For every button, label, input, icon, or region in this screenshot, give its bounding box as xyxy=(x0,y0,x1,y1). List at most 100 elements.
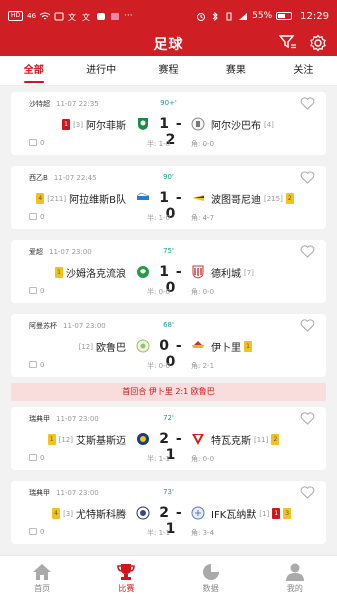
favorite-heart-icon[interactable] xyxy=(300,486,315,499)
corner-count: 角: 0-0 xyxy=(191,140,215,148)
away-team-name: 特瓦克斯 xyxy=(211,436,251,447)
away-team: 特瓦克斯 [11] 2 xyxy=(211,432,280,447)
yellow-card-badge: 1 xyxy=(47,434,56,445)
home-rank: [12] xyxy=(58,435,73,444)
svg-text:文: 文 xyxy=(82,12,90,21)
away-rank: [7] xyxy=(244,268,254,277)
match-minute: 90' xyxy=(163,173,174,181)
battery-icon xyxy=(276,12,293,20)
away-team-logo-icon xyxy=(192,341,204,348)
away-team-logo-icon xyxy=(191,506,205,520)
nav-matches[interactable]: 比赛 xyxy=(84,556,168,600)
battery-percent: 55% xyxy=(252,11,273,21)
home-rank: [12] xyxy=(78,342,93,351)
comment-icon xyxy=(29,454,37,461)
away-team-logo-icon xyxy=(192,434,204,445)
first-leg-notice: 首回合 伊卜里 2:1 欧鲁巴 xyxy=(11,383,326,401)
match-card[interactable]: 瑞典甲 11-07 23:00 72' 1 [12] 艾斯基斯迈 2 - 1 特瓦… xyxy=(11,407,326,470)
favorite-heart-icon[interactable] xyxy=(300,171,315,184)
match-card[interactable]: 瑞典甲 11-07 23:00 73' 4 [3] 尤特斯科腾 2 - 1 IFK… xyxy=(11,481,326,544)
vibrate-icon xyxy=(226,12,232,20)
halftime-score: 半: 1-1 xyxy=(147,455,171,463)
svg-text:文: 文 xyxy=(68,12,76,21)
away-rank: [215] xyxy=(264,194,283,203)
home-team: 1 [12] 艾斯基斯迈 xyxy=(47,432,126,447)
notification-icon xyxy=(54,12,64,20)
yellow-card-badge: 1 xyxy=(55,267,63,278)
away-team-name: 德利城 xyxy=(211,269,241,280)
app-icon-3 xyxy=(97,12,106,20)
match-card[interactable]: 西乙B 11-07 22:45 90' 4 [211] 阿拉维斯B队 1 - 0 … xyxy=(11,166,326,229)
home-team-logo-icon xyxy=(136,339,150,353)
home-team-name: 尤特斯科腾 xyxy=(76,510,126,521)
match-minute: 90+' xyxy=(160,99,177,107)
corner-count: 角: 0-0 xyxy=(191,455,215,463)
home-team-name: 沙姆洛克流浪 xyxy=(66,269,126,280)
away-rank: [11] xyxy=(254,435,269,444)
wifi-icon xyxy=(40,12,51,19)
favorite-heart-icon[interactable] xyxy=(300,319,315,332)
corner-count: 角: 0-0 xyxy=(191,288,215,296)
hd-indicator: HD xyxy=(8,11,24,21)
status-bar: HD 46 文 文 ··· 55% 12:29 xyxy=(0,0,337,32)
home-team-name: 阿拉维斯B队 xyxy=(69,195,126,206)
match-card[interactable]: 爱超 11-07 23:00 75' 1 沙姆洛克流浪 1 - 0 德利城 [7]… xyxy=(11,240,326,303)
corner-count: 角: 3-4 xyxy=(191,529,215,537)
bottom-navigation: 首页 比赛 数据 我的 xyxy=(0,555,337,600)
filter-tabs: 全部 进行中 赛程 赛果 关注 xyxy=(0,56,337,86)
tab-favorites[interactable]: 关注 xyxy=(270,56,337,86)
home-icon xyxy=(33,563,52,580)
nav-profile[interactable]: 我的 xyxy=(253,556,337,600)
comment-icon xyxy=(29,287,37,294)
app-icon-4 xyxy=(111,12,120,20)
match-minute: 72' xyxy=(163,414,174,422)
nav-data[interactable]: 数据 xyxy=(169,556,253,600)
network-indicator: 46 xyxy=(27,12,37,20)
tab-all[interactable]: 全部 xyxy=(0,56,67,86)
user-icon xyxy=(285,563,304,581)
yellow-card-badge: 2 xyxy=(285,193,294,204)
yellow-card-badge: 1 xyxy=(244,341,252,352)
nav-home[interactable]: 首页 xyxy=(0,556,84,600)
pie-chart-icon xyxy=(202,563,219,580)
corner-count: 角: 2-1 xyxy=(191,362,215,370)
home-team-name: 阿尔菲斯 xyxy=(86,121,126,132)
away-team-name: 伊卜里 xyxy=(211,343,241,354)
away-team: 波图哥尼迪 [215] 2 xyxy=(211,191,294,206)
comment-icon xyxy=(29,528,37,535)
home-rank: [3] xyxy=(63,509,73,518)
away-team: IFK瓦纳默 [1] 1 3 xyxy=(211,506,292,521)
favorite-heart-icon[interactable] xyxy=(300,97,315,110)
home-team-logo-icon xyxy=(137,266,149,278)
match-minute: 73' xyxy=(163,488,174,496)
alarm-icon xyxy=(197,12,206,21)
favorite-heart-icon[interactable] xyxy=(300,412,315,425)
home-team: 4 [3] 尤特斯科腾 xyxy=(52,506,126,521)
tab-schedule[interactable]: 赛程 xyxy=(135,56,202,86)
nav-data-label: 数据 xyxy=(202,583,219,593)
away-team-name: 阿尔沙巴布 xyxy=(211,121,261,132)
match-list: 沙特超 11-07 22:35 90+' 1 [3] 阿尔菲斯 1 - 2 阿尔沙… xyxy=(0,86,337,555)
filter-icon[interactable] xyxy=(279,34,297,50)
away-team: 德利城 [7] xyxy=(211,265,254,281)
tab-live[interactable]: 进行中 xyxy=(67,56,134,86)
match-card[interactable]: 沙特超 11-07 22:35 90+' 1 [3] 阿尔菲斯 1 - 2 阿尔沙… xyxy=(11,92,326,155)
signal-icon xyxy=(239,12,248,20)
tab-results[interactable]: 赛果 xyxy=(202,56,269,86)
corner-count: 角: 4-7 xyxy=(191,214,215,222)
red-card-badge: 1 xyxy=(272,508,281,519)
home-rank: [211] xyxy=(47,194,67,203)
bluetooth-icon xyxy=(212,11,218,21)
nav-home-label: 首页 xyxy=(34,583,51,593)
away-team-logo-icon xyxy=(192,195,204,201)
comment-icon xyxy=(29,361,37,368)
halftime-score: 半: 1-1 xyxy=(147,529,171,537)
match-card[interactable]: 阿曼苏杯 11-07 23:00 68' [12] 欧鲁巴 0 - 0 伊卜里 1… xyxy=(11,314,326,377)
home-team-logo-icon xyxy=(136,192,150,200)
yellow-card-badge: 2 xyxy=(271,434,280,445)
comment-icon xyxy=(29,139,37,146)
favorite-heart-icon[interactable] xyxy=(300,245,315,258)
yellow-card-badge: 4 xyxy=(36,193,45,204)
app-icon-1: 文 xyxy=(68,12,76,21)
settings-gear-icon[interactable] xyxy=(309,34,327,52)
